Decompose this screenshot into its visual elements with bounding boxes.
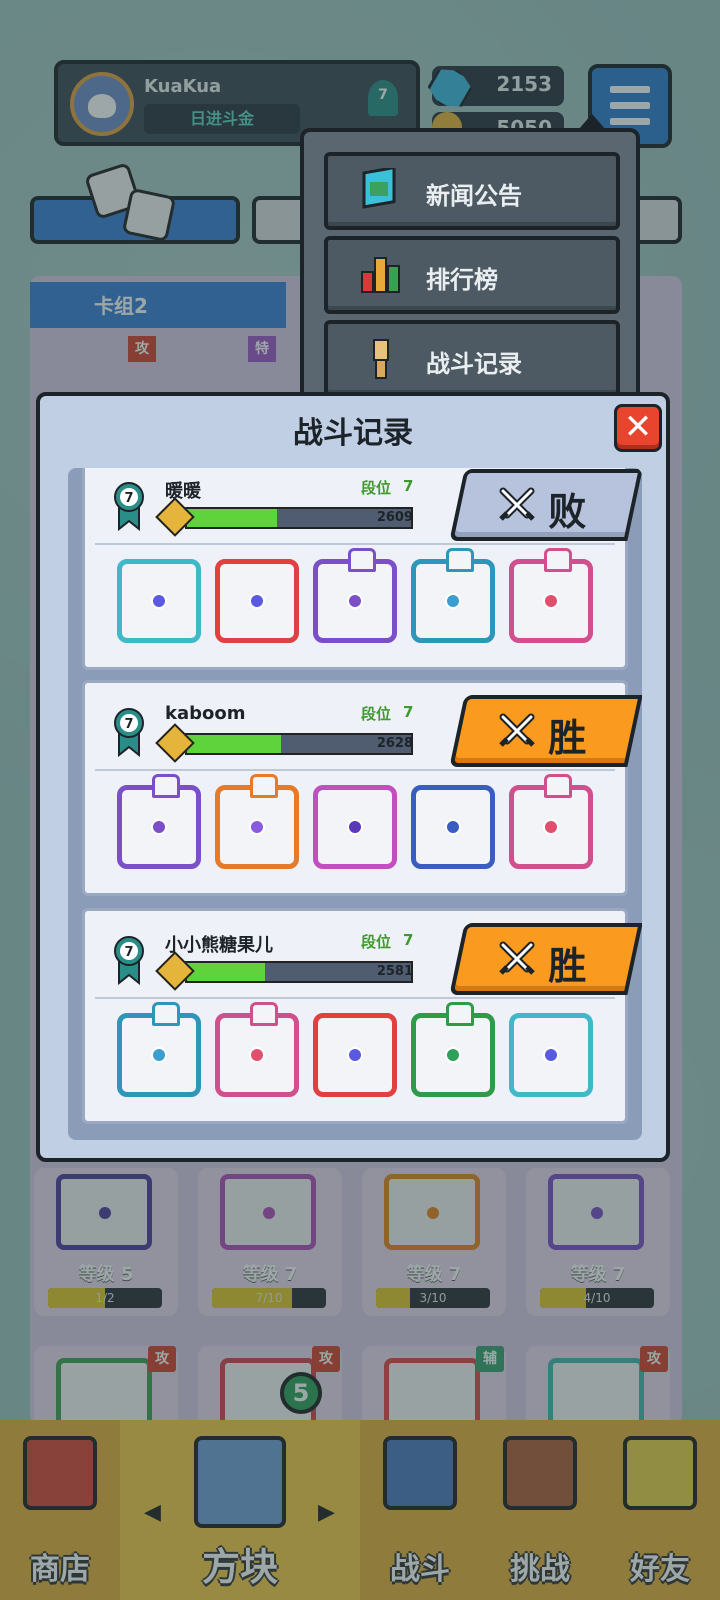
die-pip-icon <box>445 819 461 835</box>
result-badge: 胜 <box>449 923 642 995</box>
battle-record-icon <box>373 339 389 379</box>
trophy-count: 2609 <box>376 510 413 525</box>
die-pip-icon <box>249 1047 265 1063</box>
divider <box>95 769 615 771</box>
rank-value: 7 <box>403 931 414 949</box>
opponent-die[interactable] <box>215 1002 299 1097</box>
trophy-icon <box>155 951 195 991</box>
close-button[interactable]: ✕ <box>614 404 662 452</box>
battle-record-dialog: 战斗记录 ✕ 7 暖暖 段位 7 2609 败 7 kaboom 段位 7 26… <box>36 392 670 1162</box>
rank-label: 段位 <box>361 479 392 497</box>
crossed-swords-icon <box>499 487 535 521</box>
die-pip-icon <box>347 593 363 609</box>
opponent-die[interactable] <box>215 559 299 643</box>
opponent-die[interactable] <box>313 548 397 643</box>
die-pip-icon <box>347 819 363 835</box>
opponent-name: kaboom <box>165 703 246 724</box>
news-icon <box>362 168 396 209</box>
result-text: 胜 <box>548 716 587 760</box>
rank-ribbon-icon: 7 <box>114 482 144 531</box>
battle-record-list[interactable]: 7 暖暖 段位 7 2609 败 7 kaboom 段位 7 2628 胜 7 … <box>68 468 642 1140</box>
menu-item-label: 战斗记录 <box>426 350 522 378</box>
menu-item-news[interactable]: 新闻公告 <box>324 152 620 230</box>
crossed-swords-icon <box>499 941 535 975</box>
rank-badge-number: 7 <box>124 491 133 506</box>
die-pip-icon <box>249 593 265 609</box>
die-pip-icon <box>151 819 167 835</box>
menu-item-leaderboard[interactable]: 排行榜 <box>324 236 620 314</box>
rank-ribbon-icon: 7 <box>114 936 144 985</box>
opponent-die[interactable] <box>313 785 397 869</box>
die-pip-icon <box>347 1047 363 1063</box>
opponent-name: 暖暖 <box>165 481 201 502</box>
die-pip-icon <box>543 819 559 835</box>
die-pip-icon <box>445 1047 461 1063</box>
menu-item-label: 排行榜 <box>426 266 498 294</box>
die-pip-icon <box>543 1047 559 1063</box>
rank-badge-number: 7 <box>124 945 133 960</box>
die-pip-icon <box>543 593 559 609</box>
result-badge: 胜 <box>449 695 642 767</box>
crossed-swords-icon <box>499 713 535 747</box>
opponent-die[interactable] <box>509 774 593 869</box>
rank-value: 7 <box>403 477 414 495</box>
opponent-die[interactable] <box>313 1013 397 1097</box>
dice-loadout <box>103 774 613 879</box>
rank-label: 段位 <box>361 705 392 723</box>
rank-ribbon-icon: 7 <box>114 708 144 757</box>
opponent-die[interactable] <box>215 774 299 869</box>
opponent-die[interactable] <box>117 559 201 643</box>
battle-record-entry[interactable]: 7 小小熊糖果儿 段位 7 2581 胜 <box>82 908 642 1124</box>
die-pip-icon <box>151 593 167 609</box>
opponent-die[interactable] <box>117 1002 201 1097</box>
opponent-die[interactable] <box>509 1013 593 1097</box>
opponent-die[interactable] <box>411 548 495 643</box>
trophy-count: 2581 <box>376 964 413 979</box>
rank-value: 7 <box>403 703 414 721</box>
opponent-die[interactable] <box>411 1002 495 1097</box>
result-text: 胜 <box>548 944 587 988</box>
die-pip-icon <box>151 1047 167 1063</box>
divider <box>95 997 615 999</box>
opponent-die[interactable] <box>509 548 593 643</box>
battle-record-entry[interactable]: 7 kaboom 段位 7 2628 胜 <box>82 680 642 896</box>
divider <box>95 543 615 545</box>
result-text: 败 <box>548 490 587 534</box>
opponent-die[interactable] <box>117 774 201 869</box>
rank-label: 段位 <box>361 933 392 951</box>
opponent-name: 小小熊糖果儿 <box>165 935 273 956</box>
menu-item-battle-record[interactable]: 战斗记录 <box>324 320 620 398</box>
opponent-die[interactable] <box>411 785 495 869</box>
trophy-icon <box>155 497 195 537</box>
trophy-icon <box>155 723 195 763</box>
battle-record-entry[interactable]: 7 暖暖 段位 7 2609 败 <box>82 468 642 670</box>
die-pip-icon <box>249 819 265 835</box>
dice-loadout <box>103 1002 613 1107</box>
leaderboard-icon <box>361 257 400 293</box>
die-pip-icon <box>445 593 461 609</box>
rank-badge-number: 7 <box>124 717 133 732</box>
dropdown-menu: 新闻公告 排行榜 战斗记录 <box>300 114 640 410</box>
menu-item-label: 新闻公告 <box>426 182 522 210</box>
result-badge: 败 <box>449 469 642 541</box>
trophy-count: 2628 <box>376 736 413 751</box>
dice-loadout <box>103 548 613 653</box>
dialog-title: 战斗记录 <box>293 416 413 451</box>
